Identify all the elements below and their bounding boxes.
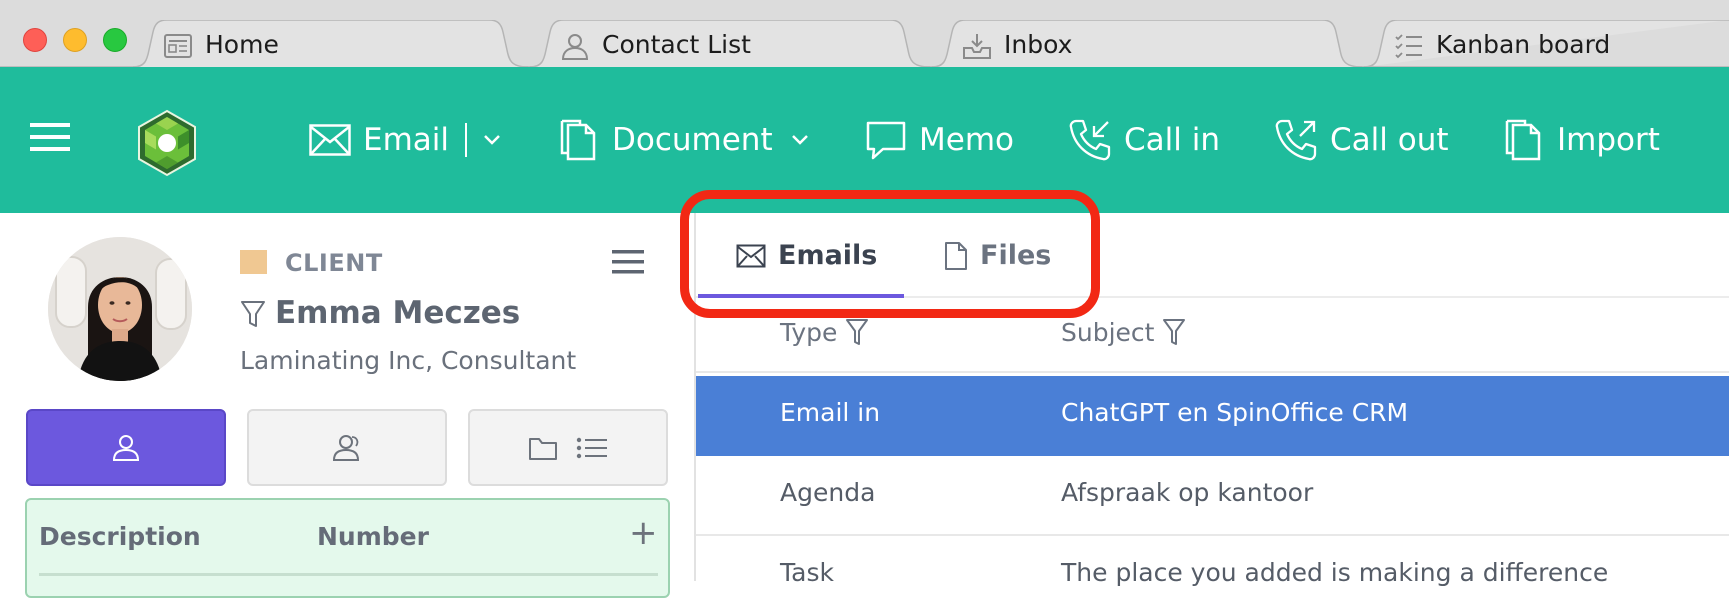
filter-icon[interactable] [845,317,869,347]
app-logo [138,109,196,177]
divider [39,573,658,576]
document-button-label: Document [612,122,773,158]
description-table: Description Number + [25,498,670,598]
tab-emails[interactable]: Emails [736,213,877,298]
browser-tab-contact-list[interactable]: Contact List [530,20,930,67]
window-minimize-button[interactable] [63,28,87,52]
newspaper-icon [164,34,192,58]
add-description-button[interactable]: + [629,516,658,550]
active-tab-indicator [698,294,904,298]
tab-label: Home [205,30,279,59]
call-out-button[interactable]: Call out [1274,67,1449,213]
contacts-view-button[interactable] [247,409,447,486]
person-view-button[interactable] [26,409,226,486]
description-header: Description [39,522,201,551]
row-type: Agenda [780,478,876,507]
header-divider [696,371,1729,373]
call-out-button-label: Call out [1330,122,1449,158]
category-color-chip [240,250,267,274]
memo-button[interactable]: Memo [865,67,1014,213]
contact-organization: Laminating Inc, Consultant [240,346,577,375]
activity-tabs: Emails Files [696,213,1729,298]
file-icon [945,241,967,270]
activity-panel: Emails Files Type Subject Email in ChatG… [694,213,1729,587]
tab-emails-label: Emails [778,240,878,271]
tab-label: Inbox [1004,30,1073,59]
import-button[interactable]: Import [1503,67,1660,213]
window-close-button[interactable] [23,28,47,52]
contact-menu-icon[interactable] [612,249,644,275]
contact-panel: CLIENT Emma Meczes Laminating Inc, Consu… [0,213,693,598]
folder-icon [529,437,557,460]
type-column-label: Type [780,317,838,347]
browser-tab-strip: Home Contact List Inbox Kanban board [0,0,1729,67]
envelope-icon [309,124,351,156]
subject-column-label: Subject [1061,317,1155,347]
table-row[interactable]: Task The place you added is making a dif… [696,536,1729,616]
files-list-view-button[interactable] [468,409,668,486]
subject-column-header[interactable]: Subject [1061,317,1186,347]
row-subject: The place you added is making a differen… [1061,558,1609,587]
avatar [48,237,192,381]
tab-label: Contact List [602,30,751,59]
person-icon [561,34,589,60]
browser-tab-inbox[interactable]: Inbox [932,20,1362,67]
checklist-icon [1395,34,1422,59]
table-row[interactable]: Email in ChatGPT en SpinOffice CRM [696,376,1729,456]
people-icon [332,434,360,461]
email-button-label: Email [363,122,450,158]
split-divider [465,123,468,157]
call-in-button[interactable]: Call in [1068,67,1220,213]
speech-bubble-icon [866,121,906,160]
window-maximize-button[interactable] [103,28,127,52]
contact-category: CLIENT [285,249,383,277]
list-icon [576,437,607,458]
table-row[interactable]: Agenda Afspraak op kantoor [696,456,1729,536]
import-document-icon [1505,119,1541,161]
row-type: Task [780,558,834,587]
phone-outgoing-icon [1275,119,1317,161]
import-button-label: Import [1557,122,1660,158]
chevron-down-icon[interactable] [791,134,809,146]
memo-button-label: Memo [919,122,1014,158]
browser-tab-home[interactable]: Home [133,20,528,67]
phone-incoming-icon [1069,119,1111,161]
chevron-down-icon[interactable] [483,134,501,146]
type-column-header[interactable]: Type [780,317,869,347]
call-in-button-label: Call in [1124,122,1220,158]
row-subject: Afspraak op kantoor [1061,478,1314,507]
app-toolbar: Email Document Memo Call in Call out Imp… [0,67,1729,213]
number-header: Number [317,522,429,551]
filter-icon[interactable] [1162,317,1186,347]
row-type: Email in [780,398,881,427]
filter-icon[interactable] [240,299,266,329]
document-button[interactable]: Document [558,67,809,213]
person-icon [112,434,140,461]
tab-label: Kanban board [1436,30,1611,59]
hamburger-menu-icon[interactable] [30,121,70,153]
envelope-icon [736,244,766,267]
contact-name: Emma Meczes [275,295,521,331]
browser-tab-kanban-board[interactable]: Kanban board [1364,20,1729,67]
tab-files[interactable]: Files [944,213,1051,298]
email-button[interactable]: Email [309,67,501,213]
tab-files-label: Files [980,240,1052,271]
inbox-icon [963,34,991,59]
row-subject: ChatGPT en SpinOffice CRM [1061,398,1409,427]
document-icon [560,119,596,161]
